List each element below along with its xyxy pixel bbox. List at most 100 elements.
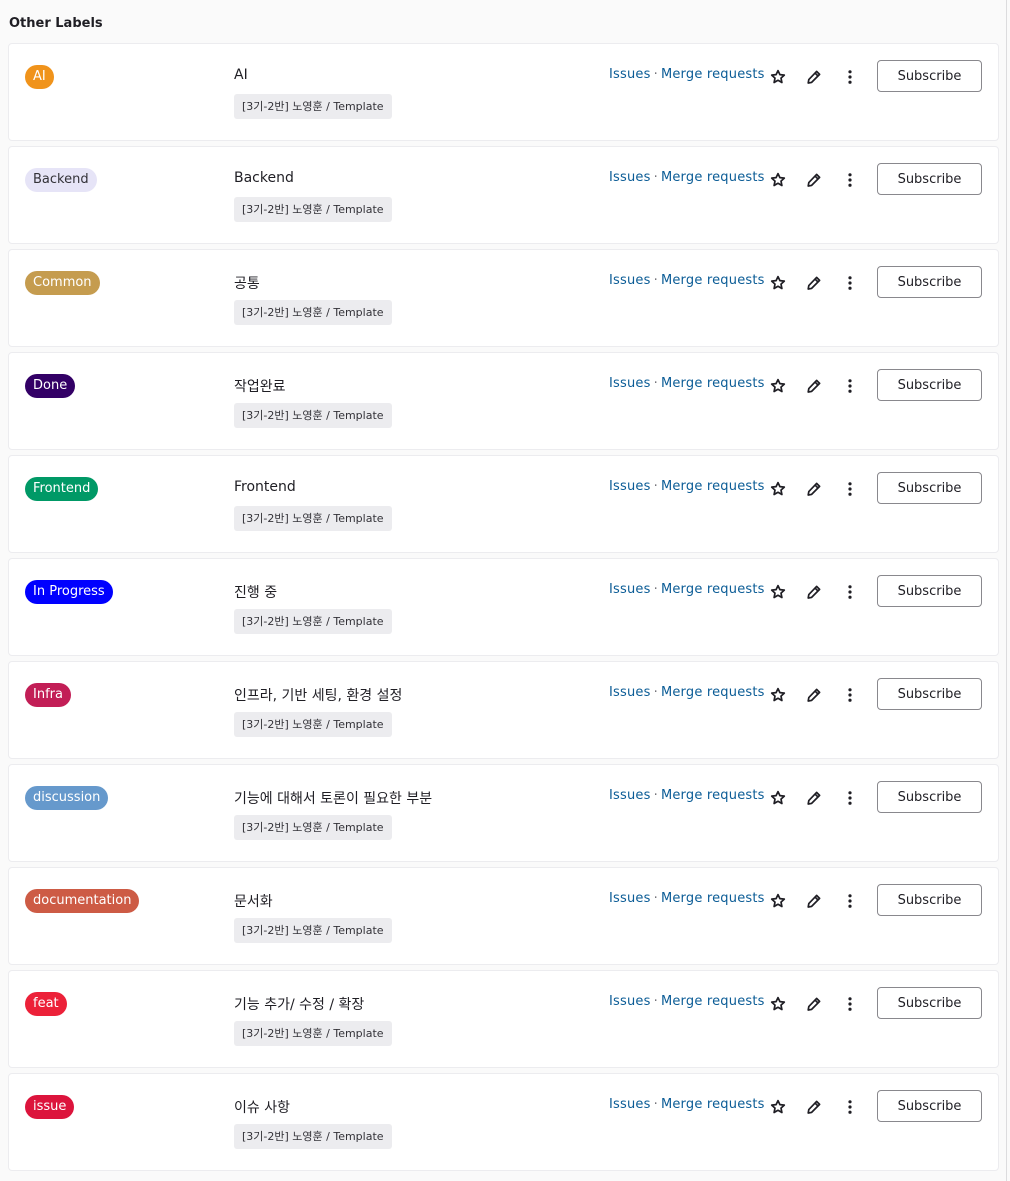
issues-link[interactable]: Issues xyxy=(609,1097,651,1112)
label-badge[interactable]: Frontend xyxy=(25,477,99,501)
link-separator: · xyxy=(653,170,658,185)
label-row: Infra 인프라, 기반 세팅, 환경 설정 [3기-2반] 노영훈 / Te… xyxy=(8,661,999,759)
edit-button[interactable] xyxy=(802,1095,826,1119)
vertical-ellipsis-icon xyxy=(848,70,852,84)
label-row: documentation 문서화 [3기-2반] 노영훈 / Template… xyxy=(8,867,999,965)
label-links: Issues · Merge requests xyxy=(609,170,765,185)
label-badge[interactable]: In Progress xyxy=(25,580,113,604)
subscribe-button[interactable]: Subscribe xyxy=(877,472,982,504)
prioritize-button[interactable] xyxy=(766,374,790,398)
prioritize-button[interactable] xyxy=(766,889,790,913)
vertical-ellipsis-icon xyxy=(848,1100,852,1114)
more-actions-button[interactable] xyxy=(838,374,862,398)
issues-link[interactable]: Issues xyxy=(609,479,651,494)
subscribe-button[interactable]: Subscribe xyxy=(877,369,982,401)
more-actions-button[interactable] xyxy=(838,786,862,810)
edit-button[interactable] xyxy=(802,683,826,707)
more-actions-button[interactable] xyxy=(838,1095,862,1119)
issues-link[interactable]: Issues xyxy=(609,891,651,906)
label-badge[interactable]: Backend xyxy=(25,168,97,192)
issues-link[interactable]: Issues xyxy=(609,788,651,803)
edit-button[interactable] xyxy=(802,168,826,192)
prioritize-button[interactable] xyxy=(766,992,790,1016)
pencil-icon xyxy=(807,173,821,187)
prioritize-button[interactable] xyxy=(766,65,790,89)
issues-link[interactable]: Issues xyxy=(609,582,651,597)
label-links: Issues · Merge requests xyxy=(609,479,765,494)
label-badge[interactable]: issue xyxy=(25,1095,75,1119)
subscribe-button[interactable]: Subscribe xyxy=(877,781,982,813)
merge-requests-link[interactable]: Merge requests xyxy=(661,376,765,391)
edit-button[interactable] xyxy=(802,580,826,604)
label-description: 기능에 대해서 토론이 필요한 부분 xyxy=(234,791,433,807)
label-description: 작업완료 xyxy=(234,379,286,395)
vertical-ellipsis-icon xyxy=(848,688,852,702)
edit-button[interactable] xyxy=(802,65,826,89)
merge-requests-link[interactable]: Merge requests xyxy=(661,273,765,288)
prioritize-button[interactable] xyxy=(766,683,790,707)
merge-requests-link[interactable]: Merge requests xyxy=(661,170,765,185)
merge-requests-link[interactable]: Merge requests xyxy=(661,479,765,494)
more-actions-button[interactable] xyxy=(838,889,862,913)
vertical-ellipsis-icon xyxy=(848,997,852,1011)
subscribe-button[interactable]: Subscribe xyxy=(877,884,982,916)
label-description: 문서화 xyxy=(234,894,273,910)
issues-link[interactable]: Issues xyxy=(609,685,651,700)
label-badge[interactable]: discussion xyxy=(25,786,109,810)
label-badge[interactable]: AI xyxy=(25,65,54,89)
subscribe-button[interactable]: Subscribe xyxy=(877,575,982,607)
prioritize-button[interactable] xyxy=(766,580,790,604)
prioritize-button[interactable] xyxy=(766,271,790,295)
merge-requests-link[interactable]: Merge requests xyxy=(661,582,765,597)
pencil-icon xyxy=(807,688,821,702)
more-actions-button[interactable] xyxy=(838,65,862,89)
pencil-icon xyxy=(807,70,821,84)
merge-requests-link[interactable]: Merge requests xyxy=(661,891,765,906)
merge-requests-link[interactable]: Merge requests xyxy=(661,685,765,700)
more-actions-button[interactable] xyxy=(838,168,862,192)
label-badge[interactable]: feat xyxy=(25,992,67,1016)
label-scope-badge: [3기-2반] 노영훈 / Template xyxy=(234,815,392,840)
more-actions-button[interactable] xyxy=(838,271,862,295)
issues-link[interactable]: Issues xyxy=(609,994,651,1009)
prioritize-button[interactable] xyxy=(766,168,790,192)
merge-requests-link[interactable]: Merge requests xyxy=(661,788,765,803)
label-badge[interactable]: Infra xyxy=(25,683,71,707)
subscribe-button[interactable]: Subscribe xyxy=(877,1090,982,1122)
label-badge[interactable]: Common xyxy=(25,271,100,295)
issues-link[interactable]: Issues xyxy=(609,67,651,82)
label-badge[interactable]: Done xyxy=(25,374,76,398)
label-links: Issues · Merge requests xyxy=(609,891,765,906)
subscribe-button[interactable]: Subscribe xyxy=(877,678,982,710)
merge-requests-link[interactable]: Merge requests xyxy=(661,1097,765,1112)
edit-button[interactable] xyxy=(802,786,826,810)
issues-link[interactable]: Issues xyxy=(609,376,651,391)
subscribe-button[interactable]: Subscribe xyxy=(877,987,982,1019)
label-badge[interactable]: documentation xyxy=(25,889,140,913)
more-actions-button[interactable] xyxy=(838,580,862,604)
prioritize-button[interactable] xyxy=(766,477,790,501)
edit-button[interactable] xyxy=(802,992,826,1016)
label-row: AI AI [3기-2반] 노영훈 / Template Issues · Merg… xyxy=(8,43,999,141)
label-scope-badge: [3기-2반] 노영훈 / Template xyxy=(234,197,392,222)
merge-requests-link[interactable]: Merge requests xyxy=(661,67,765,82)
edit-button[interactable] xyxy=(802,271,826,295)
more-actions-button[interactable] xyxy=(838,477,862,501)
edit-button[interactable] xyxy=(802,374,826,398)
edit-button[interactable] xyxy=(802,477,826,501)
issues-link[interactable]: Issues xyxy=(609,273,651,288)
subscribe-button[interactable]: Subscribe xyxy=(877,163,982,195)
subscribe-button[interactable]: Subscribe xyxy=(877,266,982,298)
star-icon xyxy=(770,893,786,908)
label-links: Issues · Merge requests xyxy=(609,685,765,700)
prioritize-button[interactable] xyxy=(766,786,790,810)
subscribe-button[interactable]: Subscribe xyxy=(877,60,982,92)
more-actions-button[interactable] xyxy=(838,992,862,1016)
merge-requests-link[interactable]: Merge requests xyxy=(661,994,765,1009)
label-row: Frontend Frontend [3기-2반] 노영훈 / Template… xyxy=(8,455,999,553)
label-links: Issues · Merge requests xyxy=(609,582,765,597)
edit-button[interactable] xyxy=(802,889,826,913)
prioritize-button[interactable] xyxy=(766,1095,790,1119)
issues-link[interactable]: Issues xyxy=(609,170,651,185)
more-actions-button[interactable] xyxy=(838,683,862,707)
